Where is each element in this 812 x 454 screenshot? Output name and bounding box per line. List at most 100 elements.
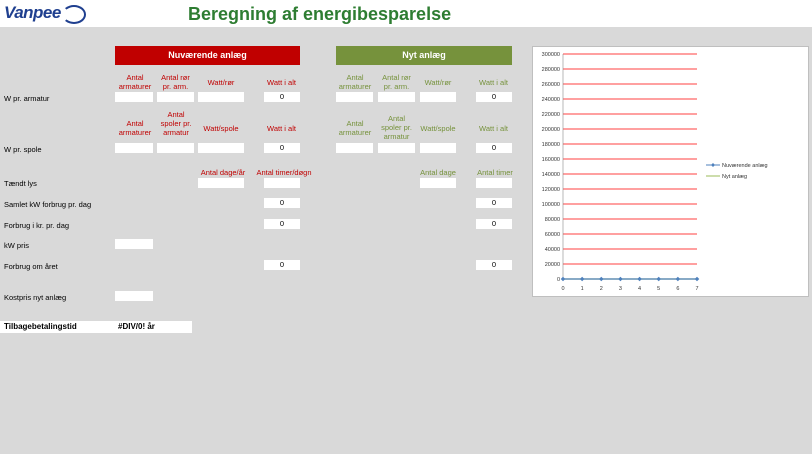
- x-tick-label: 3: [619, 286, 622, 292]
- payback-value: #DIV/0! år: [118, 322, 155, 331]
- cur-col-watt-ror: Watt/rør: [207, 78, 235, 87]
- x-tick-label: 6: [676, 286, 679, 292]
- data-point: [656, 276, 662, 282]
- cur-spole-armaturer-input[interactable]: [115, 143, 153, 153]
- new-col-spole-armaturer: Antal armaturer: [338, 119, 372, 137]
- cur-dage-input[interactable]: [198, 178, 244, 188]
- x-tick-label: 2: [600, 286, 603, 292]
- row-label-w-spole: W pr. spole: [4, 145, 42, 154]
- legend-label: Nyt anlæg: [722, 174, 747, 180]
- cur-watt-spole-input[interactable]: [198, 143, 244, 153]
- new-col-timer: Antal timer: [477, 168, 513, 177]
- y-tick-label: 140000: [542, 172, 560, 178]
- logo-arc-icon: [62, 5, 86, 24]
- cur-kr-dag-value: 0: [264, 219, 300, 229]
- cur-spoler-input[interactable]: [157, 143, 194, 153]
- x-tick-label: 5: [657, 286, 660, 292]
- cur-year-value: 0: [264, 260, 300, 270]
- new-col-antal-ror: Antal rør pr. arm.: [382, 73, 411, 91]
- data-point: [675, 276, 681, 282]
- y-tick-label: 20000: [545, 262, 560, 268]
- vanpee-logo: Vanpee: [4, 3, 61, 22]
- legend-marker: [711, 163, 715, 167]
- x-tick-label: 7: [695, 286, 698, 292]
- data-point: [598, 276, 604, 282]
- new-watt-spole-total: 0: [476, 143, 512, 153]
- cur-col-watt-spole: Watt/spole: [203, 124, 239, 133]
- new-year-value: 0: [476, 260, 512, 270]
- new-col-watt-alt: Watt i alt: [479, 78, 508, 87]
- row-label-year: Forbrug om året: [4, 262, 58, 271]
- data-point: [560, 276, 566, 282]
- kostpris-input[interactable]: [115, 291, 153, 301]
- y-tick-label: 280000: [542, 67, 560, 73]
- y-tick-label: 300000: [542, 52, 560, 58]
- new-col-watt-ror: Watt/rør: [424, 78, 452, 87]
- row-label-w-armatur: W pr. armatur: [4, 94, 50, 103]
- new-kw-dag-value: 0: [476, 198, 512, 208]
- y-tick-label: 180000: [542, 142, 560, 148]
- new-kr-dag-value: 0: [476, 219, 512, 229]
- chart-svg: 0 20000 40000 60000 80000 100000 120000 140000 1…: [542, 52, 768, 292]
- cur-col-antal-ror: Antal rør pr. arm.: [161, 73, 190, 91]
- y-tick-label: 160000: [542, 157, 560, 163]
- y-tick-label: 80000: [545, 217, 560, 223]
- y-tick-label: 60000: [545, 232, 560, 238]
- current-plant-header: Nuværende anlæg: [115, 46, 300, 65]
- y-tick-label: 260000: [542, 82, 560, 88]
- new-col-spole-watt-alt: Watt i alt: [479, 124, 508, 133]
- row-label-kw-pris: kW pris: [4, 241, 29, 250]
- new-watt-ror-input[interactable]: [420, 92, 456, 102]
- new-col-spoler: Antal spoler pr. armatur: [381, 114, 412, 141]
- row-label-kr-dag: Forbrug i kr. pr. dag: [4, 221, 70, 230]
- cur-col-watt-alt: Watt i alt: [267, 78, 296, 87]
- cur-col-dage: Antal dage/år: [200, 168, 246, 177]
- new-col-watt-spole: Watt/spole: [420, 124, 456, 133]
- row-label-taendt-lys: Tændt lys: [4, 179, 37, 188]
- row-label-kw-dag: Samlet kW forbrug pr. dag: [4, 200, 92, 209]
- cur-col-spoler: Antal spoler pr. armatur: [160, 110, 192, 137]
- cur-col-antal-armaturer: Antal armaturer: [118, 73, 152, 91]
- cur-col-timer: Antal timer/døgn: [256, 168, 312, 177]
- y-tick-label: 120000: [542, 187, 560, 193]
- cur-ror-input[interactable]: [157, 92, 194, 102]
- new-col-antal-armaturer: Antal armaturer: [338, 73, 372, 91]
- cur-armaturer-input[interactable]: [115, 92, 153, 102]
- y-tick-label: 240000: [542, 97, 560, 103]
- row-label-kostpris: Kostpris nyt anlæg: [4, 293, 67, 302]
- cur-col-spole-armaturer: Antal armaturer: [118, 119, 152, 137]
- x-tick-label: 1: [581, 286, 584, 292]
- data-point: [637, 276, 642, 282]
- y-tick-label: 100000: [542, 202, 560, 208]
- page-title: Beregning af energibesparelse: [188, 4, 452, 24]
- cur-watt-arm-total: 0: [264, 92, 300, 102]
- data-point: [694, 276, 700, 282]
- cur-watt-spole-total: 0: [264, 143, 300, 153]
- y-tick-label: 200000: [542, 127, 560, 133]
- x-tick-label: 4: [638, 286, 641, 292]
- y-tick-label: 0: [557, 277, 560, 283]
- new-plant-header: Nyt anlæg: [336, 46, 512, 65]
- y-tick-label: 40000: [545, 247, 560, 253]
- new-watt-spole-input[interactable]: [420, 143, 456, 153]
- new-timer-input[interactable]: [476, 178, 512, 188]
- payback-label: Tilbagebetalingstid: [4, 322, 77, 331]
- cur-kw-dag-value: 0: [264, 198, 300, 208]
- x-tick-label: 0: [561, 286, 564, 292]
- new-spole-armaturer-input[interactable]: [336, 143, 373, 153]
- new-spoler-input[interactable]: [378, 143, 415, 153]
- new-col-dage: Antal dage: [420, 168, 456, 177]
- cur-col-spole-watt-alt: Watt i alt: [267, 124, 296, 133]
- new-watt-arm-total: 0: [476, 92, 512, 102]
- cur-timer-input[interactable]: [264, 178, 300, 188]
- data-point: [618, 276, 623, 282]
- cur-watt-ror-input[interactable]: [198, 92, 244, 102]
- kw-pris-input[interactable]: [115, 239, 153, 249]
- energy-chart: 0 20000 40000 60000 80000 100000 120000 140000 1…: [532, 46, 809, 297]
- y-tick-label: 220000: [542, 112, 560, 118]
- new-dage-input[interactable]: [420, 178, 456, 188]
- data-point: [579, 276, 585, 282]
- new-armaturer-input[interactable]: [336, 92, 373, 102]
- legend-label: Nuværende anlæg: [722, 163, 768, 169]
- new-ror-input[interactable]: [378, 92, 415, 102]
